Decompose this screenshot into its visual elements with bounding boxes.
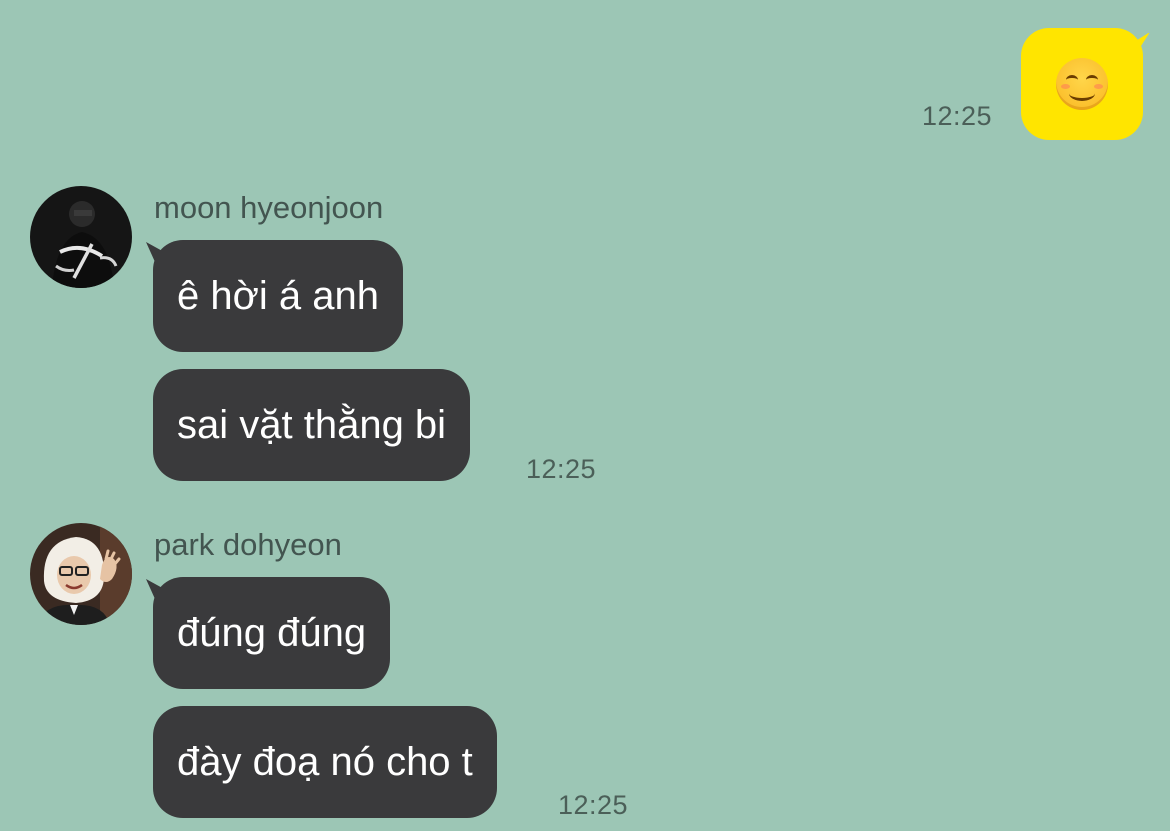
avatar-park-dohyeon[interactable] — [30, 523, 132, 625]
smiling-face-emoji-icon — [1056, 58, 1108, 110]
avatar-fluffy-hood-icon — [30, 523, 132, 625]
incoming-message-bubble[interactable]: sai vặt thằng bi — [153, 369, 471, 481]
message-text: đúng đúng — [177, 610, 367, 655]
message-text: đày đoạ nó cho t — [177, 739, 473, 784]
sender-name: moon hyeonjoon — [154, 190, 384, 225]
avatar-moon-hyeonjoon[interactable] — [30, 186, 132, 288]
incoming-message-time: 12:25 — [558, 790, 629, 820]
incoming-message-time: 12:25 — [526, 454, 597, 484]
incoming-message-bubble[interactable]: đúng đúng — [153, 577, 391, 689]
incoming-message-bubble[interactable]: đày đoạ nó cho t — [153, 706, 497, 818]
chat-area[interactable]: 12:25 moon hyeonjoon ê hời á anh sai vặt… — [0, 0, 1170, 831]
message-text: sai vặt thằng bi — [177, 402, 447, 447]
outgoing-message-time: 12:25 — [922, 101, 993, 131]
incoming-message-bubble[interactable]: ê hời á anh — [153, 240, 403, 352]
outgoing-message-bubble[interactable] — [1021, 28, 1143, 140]
message-text: ê hời á anh — [177, 273, 379, 318]
avatar-dark-jacket-icon — [30, 186, 132, 288]
sender-name: park dohyeon — [154, 527, 342, 562]
